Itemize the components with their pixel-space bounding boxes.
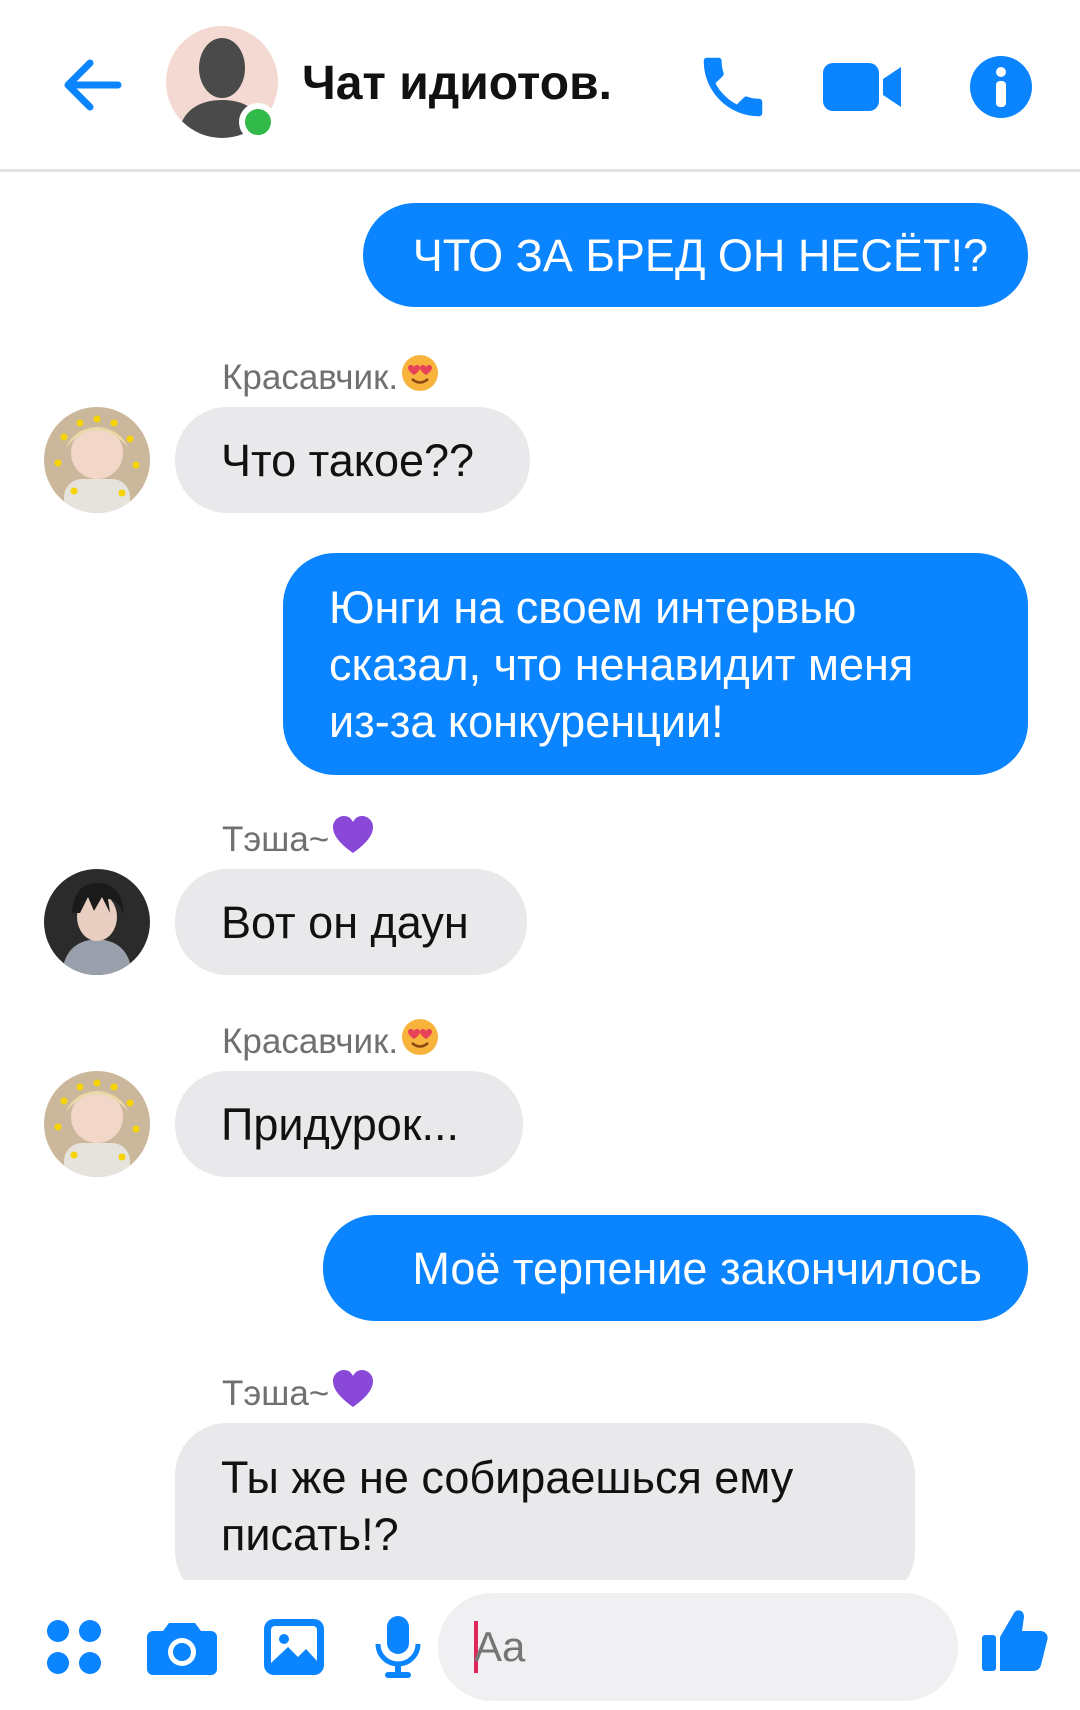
info-icon[interactable]: [956, 42, 1046, 132]
microphone-icon[interactable]: [358, 1607, 438, 1687]
message-composer: [0, 1585, 1080, 1710]
sender-avatar[interactable]: [44, 869, 150, 975]
apps-icon[interactable]: [34, 1607, 114, 1687]
incoming-message-bubble[interactable]: Придурок...: [175, 1071, 523, 1177]
back-arrow-icon[interactable]: [58, 50, 128, 120]
incoming-message-bubble[interactable]: Ты же не собираешься ему писать!?: [175, 1423, 915, 1580]
message-list[interactable]: ЧТО ЗА БРЕД ОН НЕСЁТ!? Красавчик. Что та…: [0, 175, 1080, 1580]
message-text: Что такое??: [221, 434, 475, 486]
gallery-icon[interactable]: [254, 1607, 334, 1687]
heart-eyes-emoji-icon: [400, 1017, 440, 1066]
message-input-box[interactable]: [438, 1593, 958, 1701]
heart-eyes-emoji-icon: [400, 353, 440, 402]
message-input[interactable]: [474, 1593, 854, 1701]
chat-header: Чат идиотов.: [0, 0, 1080, 172]
thumbs-up-icon[interactable]: [980, 1605, 1060, 1685]
outgoing-message-bubble[interactable]: Юнги на своем интервью сказал, что ненав…: [283, 553, 1028, 775]
sender-avatar[interactable]: [44, 407, 150, 513]
purple-heart-emoji-icon: [331, 1369, 375, 1418]
chat-title[interactable]: Чат идиотов.: [302, 52, 612, 116]
outgoing-message-bubble[interactable]: ЧТО ЗА БРЕД ОН НЕСЁТ!?: [363, 203, 1028, 307]
sender-name: Красавчик.: [222, 1017, 440, 1066]
message-text: Юнги на своем интервью сказал, что ненав…: [329, 582, 914, 747]
purple-heart-emoji-icon: [331, 815, 375, 864]
message-text: Моё терпение закончилось: [412, 1242, 982, 1294]
camera-icon[interactable]: [142, 1607, 222, 1687]
incoming-message-bubble[interactable]: Что такое??: [175, 407, 530, 513]
message-text: Придурок...: [221, 1098, 460, 1150]
message-text: Вот он даун: [221, 896, 469, 948]
outgoing-message-bubble[interactable]: Моё терпение закончилось: [323, 1215, 1028, 1321]
online-status-dot: [239, 103, 277, 141]
sender-name: Красавчик.: [222, 353, 440, 402]
sender-name: Тэша~: [222, 1369, 375, 1418]
message-text: Ты же не собираешься ему писать!?: [221, 1452, 794, 1560]
phone-icon[interactable]: [688, 42, 778, 132]
incoming-message-bubble[interactable]: Вот он даун: [175, 869, 527, 975]
messenger-chat-screen: Чат идиотов. ЧТО ЗА БРЕД ОН НЕСЁТ!? Крас…: [0, 0, 1080, 1710]
message-text: ЧТО ЗА БРЕД ОН НЕСЁТ!?: [412, 229, 988, 281]
sender-name: Тэша~: [222, 815, 375, 864]
sender-avatar[interactable]: [44, 1071, 150, 1177]
video-camera-icon[interactable]: [818, 42, 908, 132]
